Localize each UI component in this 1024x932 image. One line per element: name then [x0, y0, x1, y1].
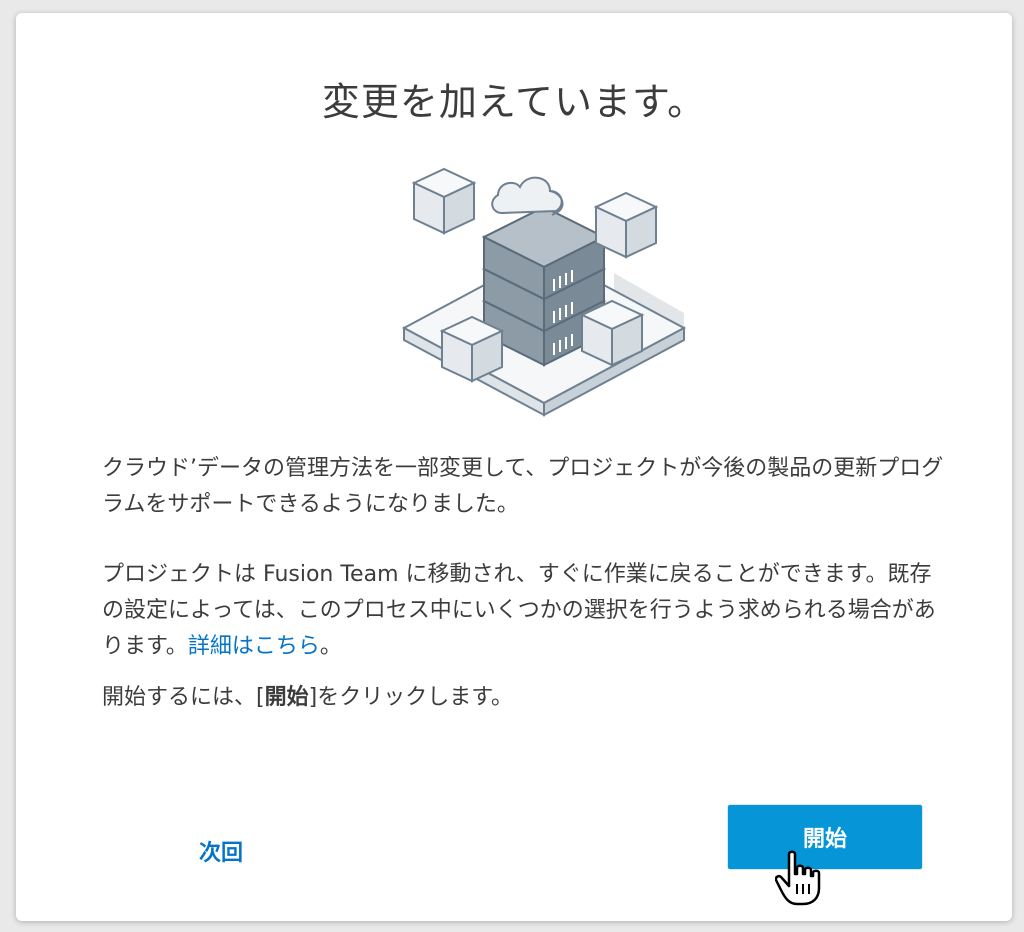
instruction-suffix: ]をクリックします。 [308, 685, 513, 710]
learn-more-link[interactable]: 詳細はこちら [188, 634, 320, 659]
description-paragraph-1: クラウド’データの管理方法を一部変更して、プロジェクトが今後の製品の更新プログラ… [102, 456, 944, 517]
dialog-title: 変更を加えています。 [321, 80, 707, 124]
migration-dialog: 変更を加えています。 クラウド’データの管理方法を一部変更して、プロジェクトが今… [16, 13, 1012, 921]
description-paragraph-2: プロジェクトは Fusion Team に移動され、すぐに作業に戻ることができま… [102, 557, 952, 665]
instruction-prefix: 開始するには、[ [102, 685, 265, 710]
instruction-paragraph: 開始するには、[開始]をクリックします。 [102, 680, 952, 716]
start-button[interactable]: 開始 [728, 805, 922, 869]
paragraph-2-end: 。 [319, 634, 342, 659]
cloud-server-illustration [401, 167, 687, 417]
instruction-bold-start: 開始 [264, 685, 309, 710]
later-button[interactable]: 次回 [166, 819, 276, 883]
